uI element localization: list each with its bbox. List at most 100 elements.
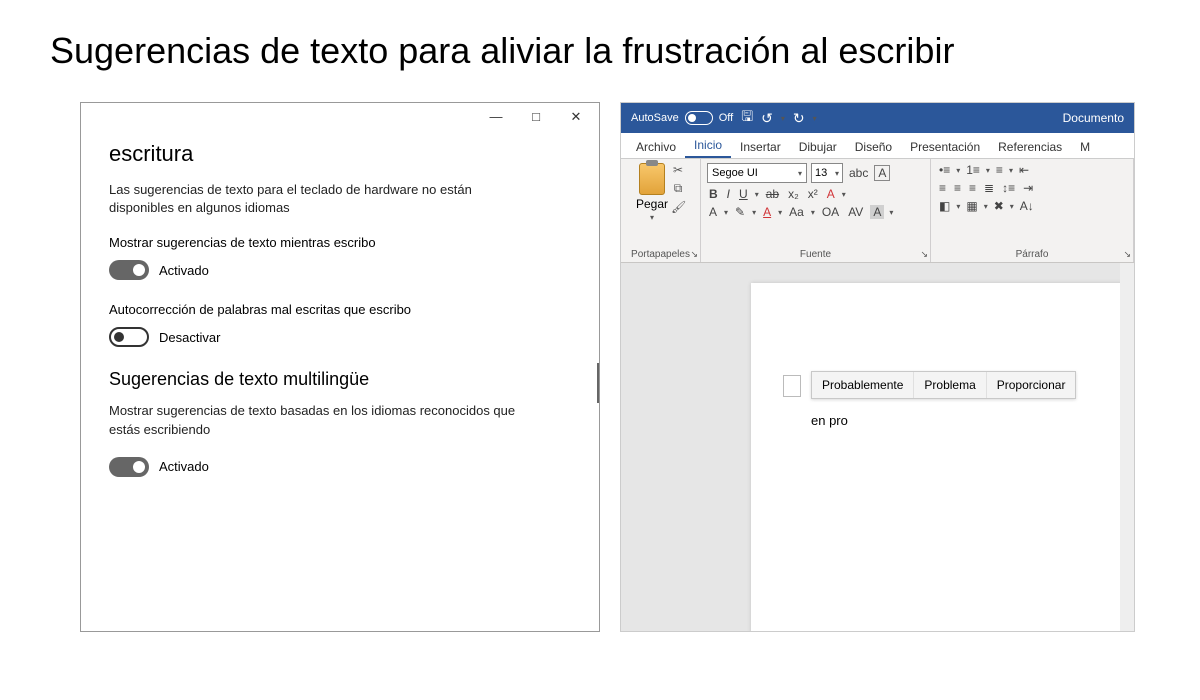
subscript-button[interactable]: x₂ <box>786 187 801 201</box>
text-suggestion-bar: Probablemente Problema Proporcionar <box>811 371 1076 399</box>
highlight-icon[interactable]: ✎ <box>733 205 747 219</box>
toggle-multilingual-state: Activado <box>159 459 209 474</box>
tab-archivo[interactable]: Archivo <box>627 135 685 158</box>
document-area[interactable]: Probablemente Problema Proporcionar en p… <box>621 263 1134 631</box>
toggle-autocorrect-state: Desactivar <box>159 330 220 345</box>
show-marks-icon[interactable]: A↓ <box>1018 199 1036 213</box>
clipboard-icon <box>639 163 665 195</box>
cut-icon[interactable]: ✂ <box>671 163 685 177</box>
text-effects-icon[interactable]: A <box>825 187 837 201</box>
close-button[interactable]: ✕ <box>561 109 591 125</box>
decrease-indent-icon[interactable]: ⇤ <box>1017 163 1031 177</box>
align-right-icon[interactable]: ≡ <box>967 181 978 195</box>
underline-more-icon[interactable]: ▾ <box>755 190 759 199</box>
ribbon-group-clipboard: Pegar ▾ ✂ ⧉ 🖌 Portapapeles ↘ <box>621 159 701 262</box>
change-case-icon[interactable]: Aa <box>787 205 806 219</box>
chevron-down-icon: ▾ <box>798 169 802 178</box>
shading-paragraph-more-icon[interactable]: ▾ <box>956 202 960 211</box>
ribbon-group-font: Segoe UI▾ 13▾ abc A B I U▾ ab x₂ <box>701 159 931 262</box>
tab-diseno[interactable]: Diseño <box>846 135 901 158</box>
shading-icon[interactable]: ◧ <box>937 199 952 213</box>
vertical-scrollbar[interactable] <box>1120 263 1134 631</box>
spellcheck-abc-icon[interactable]: abc <box>847 166 870 180</box>
ribbon-tabs: Archivo Inicio Insertar Dibujar Diseño P… <box>621 133 1134 159</box>
increase-indent-icon[interactable]: ⇥ <box>1021 181 1035 195</box>
toggle-show-suggestions[interactable] <box>109 260 149 280</box>
strikethrough-button[interactable]: ab <box>764 187 781 201</box>
superscript-button[interactable]: x² <box>806 187 820 201</box>
word-titlebar: AutoSave Off 🖫 ↺ ▾ ↻ ▾ Documento <box>621 103 1134 133</box>
align-left-icon[interactable]: ≡ <box>937 181 948 195</box>
italic-button[interactable]: I <box>725 187 732 201</box>
align-center-icon[interactable]: ≡ <box>952 181 963 195</box>
page-title: Sugerencias de texto para aliviar la fru… <box>0 0 1200 82</box>
highlight-more-icon[interactable]: ▾ <box>752 208 756 217</box>
undo-icon[interactable]: ↺ <box>761 110 773 127</box>
font-family-value: Segoe UI <box>712 167 758 179</box>
font-size-select[interactable]: 13▾ <box>811 163 843 183</box>
char-spacing-av[interactable]: AV <box>846 205 865 219</box>
tab-insertar[interactable]: Insertar <box>731 135 790 158</box>
qat-customize-icon[interactable]: ▾ <box>813 114 817 123</box>
settings-description-multilingual: Mostrar sugerencias de texto basadas en … <box>109 402 539 438</box>
change-case-more-icon[interactable]: ▾ <box>811 208 815 217</box>
tab-inicio[interactable]: Inicio <box>685 133 731 158</box>
suggestion-1[interactable]: Probablemente <box>812 372 914 398</box>
borders-icon[interactable]: ▦ <box>964 199 979 213</box>
clear-formatting-icon[interactable]: A <box>874 165 890 181</box>
paste-button[interactable]: Pegar ▾ <box>636 163 668 222</box>
multilevel-more-icon[interactable]: ▾ <box>1009 166 1013 175</box>
borders-more-icon[interactable]: ▾ <box>984 202 988 211</box>
bold-button[interactable]: B <box>707 187 720 201</box>
save-icon[interactable]: 🖫 <box>741 106 753 130</box>
cursor-anchor-icon <box>783 375 801 397</box>
font-dialog-launcher-icon[interactable]: ↘ <box>920 249 928 260</box>
autosave-toggle[interactable]: AutoSave Off <box>631 111 733 125</box>
minimize-button[interactable]: — <box>481 109 511 125</box>
clipboard-dialog-launcher-icon[interactable]: ↘ <box>690 249 698 260</box>
suggestion-3[interactable]: Proporcionar <box>987 372 1076 398</box>
bullets-more-icon[interactable]: ▾ <box>956 166 960 175</box>
font-family-select[interactable]: Segoe UI ▾ <box>707 163 807 183</box>
font-color-more-icon[interactable]: ▾ <box>778 208 782 217</box>
font-grow-icon[interactable]: A <box>707 205 719 219</box>
char-spacing-oa[interactable]: OA <box>820 205 841 219</box>
tab-presentacion[interactable]: Presentación <box>901 135 989 158</box>
settings-description: Las sugerencias de texto para el teclado… <box>109 181 539 217</box>
bullets-icon[interactable]: •≡ <box>937 163 952 177</box>
document-page[interactable]: Probablemente Problema Proporcionar en p… <box>751 283 1134 631</box>
toggle-autocorrect[interactable] <box>109 327 149 347</box>
settings-heading-multilingual: Sugerencias de texto multilingüe <box>109 369 571 390</box>
paste-more-icon[interactable]: ▾ <box>650 213 654 222</box>
scrollbar-thumb[interactable] <box>597 363 599 403</box>
redo-icon[interactable]: ↻ <box>793 110 805 127</box>
sort-more-icon[interactable]: ▾ <box>1010 202 1014 211</box>
tab-more[interactable]: M <box>1071 135 1099 158</box>
maximize-button[interactable]: □ <box>521 109 551 125</box>
text-effects-more-icon[interactable]: ▾ <box>842 190 846 199</box>
toggle-show-suggestions-state: Activado <box>159 263 209 278</box>
shading-more-icon[interactable]: ▾ <box>889 208 893 217</box>
line-spacing-icon[interactable]: ↕≡ <box>1000 181 1017 195</box>
paragraph-dialog-launcher-icon[interactable]: ↘ <box>1123 249 1131 260</box>
autosave-label: AutoSave <box>631 112 679 124</box>
tab-dibujar[interactable]: Dibujar <box>790 135 846 158</box>
toggle-multilingual[interactable] <box>109 457 149 477</box>
font-color-icon[interactable]: A <box>761 205 773 219</box>
ribbon-group-paragraph: •≡ ▾ 1≡ ▾ ≡ ▾ ⇤ ≡ ≡ ≡ ≣ ↕≡ ⇥ ◧ ▾ <box>931 159 1134 262</box>
multilevel-icon[interactable]: ≡ <box>994 163 1005 177</box>
format-painter-icon[interactable]: 🖌 <box>671 200 685 214</box>
sort-icon[interactable]: ✖ <box>992 199 1006 213</box>
numbering-more-icon[interactable]: ▾ <box>986 166 990 175</box>
underline-button[interactable]: U <box>737 187 750 201</box>
shading-a-icon[interactable]: A <box>870 205 884 219</box>
numbering-icon[interactable]: 1≡ <box>964 163 982 177</box>
justify-icon[interactable]: ≣ <box>982 181 996 195</box>
suggestion-2[interactable]: Problema <box>914 372 986 398</box>
undo-more-icon[interactable]: ▾ <box>781 114 785 123</box>
font-grow-more-icon[interactable]: ▾ <box>724 208 728 217</box>
typed-text: en pro <box>811 413 848 428</box>
chevron-down-icon: ▾ <box>835 169 839 178</box>
copy-icon[interactable]: ⧉ <box>671 181 685 196</box>
tab-referencias[interactable]: Referencias <box>989 135 1071 158</box>
